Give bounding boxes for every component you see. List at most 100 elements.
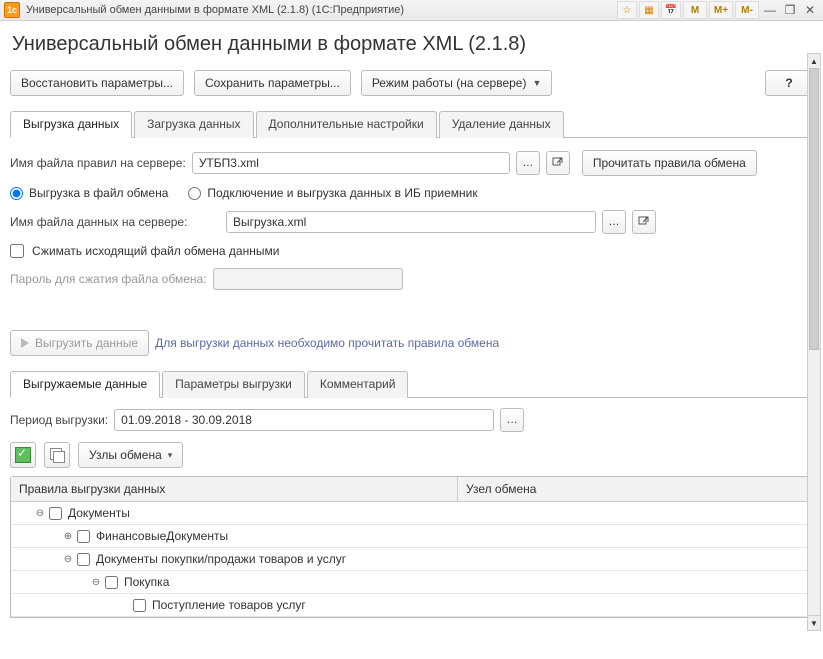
open-icon <box>638 216 650 228</box>
subtab-exported-data[interactable]: Выгружаемые данные <box>10 371 160 398</box>
vertical-scrollbar[interactable]: ▲ ▼ <box>807 53 821 631</box>
password-label: Пароль для сжатия файла обмена: <box>10 272 207 286</box>
tab-export-label: Выгрузка данных <box>23 117 119 131</box>
rules-file-open-button[interactable] <box>546 151 570 175</box>
subtab-b-label: Параметры выгрузки <box>175 377 292 391</box>
export-data-button[interactable]: Выгрузить данные <box>10 330 149 356</box>
favorite-icon[interactable]: ☆ <box>617 1 637 19</box>
rules-tree-table: Правила выгрузки данных Узел обмена ⊖ До… <box>10 476 813 618</box>
read-rules-button[interactable]: Прочитать правила обмена <box>582 150 757 176</box>
check-all-button[interactable] <box>10 442 36 468</box>
period-label: Период выгрузки: <box>10 413 108 427</box>
tree-header: Правила выгрузки данных Узел обмена <box>11 477 812 502</box>
tree-row[interactable]: ⊖ Документы <box>11 502 812 525</box>
tree-row-label: Покупка <box>124 575 169 589</box>
tree-row-label: Документы покупки/продажи товаров и услу… <box>96 552 346 566</box>
rules-file-browse-button[interactable]: … <box>516 151 540 175</box>
tree-row[interactable]: ⊖ Документы покупки/продажи товаров и ус… <box>11 548 812 571</box>
help-button[interactable]: ? <box>765 70 813 96</box>
tree-col-node: Узел обмена <box>458 477 812 501</box>
minimize-button[interactable]: — <box>761 2 779 18</box>
save-params-label: Сохранить параметры... <box>205 76 340 90</box>
tree-row-checkbox[interactable] <box>77 530 90 543</box>
tree-row-label: Документы <box>68 506 130 520</box>
radio-export-to-ib-label: Подключение и выгрузка данных в ИБ прием… <box>207 186 477 200</box>
collapse-icon[interactable]: ⊖ <box>33 508 47 519</box>
scroll-track[interactable] <box>807 68 821 616</box>
radio-export-to-file[interactable]: Выгрузка в файл обмена <box>10 186 168 200</box>
tree-row[interactable]: ⊖ Покупка <box>11 571 812 594</box>
main-toolbar: Восстановить параметры... Сохранить пара… <box>10 70 813 96</box>
memory-m-button[interactable]: M <box>683 1 707 19</box>
check-all-icon <box>15 447 31 463</box>
play-icon <box>21 338 29 348</box>
export-data-label: Выгрузить данные <box>35 336 138 350</box>
expand-icon[interactable]: ⊕ <box>61 531 75 542</box>
open-icon <box>552 157 564 169</box>
collapse-icon[interactable]: ⊖ <box>89 577 103 588</box>
radio-export-to-file-input[interactable] <box>10 187 23 200</box>
window-title: Универсальный обмен данными в формате XM… <box>26 4 404 16</box>
page-title: Универсальный обмен данными в формате XM… <box>12 33 813 56</box>
uncheck-all-button[interactable] <box>44 442 70 468</box>
uncheck-all-icon <box>50 448 64 462</box>
tree-row[interactable]: ⊕ ФинансовыеДокументы <box>11 525 812 548</box>
tree-row[interactable]: ⊖ Поступление товаров услуг <box>11 594 812 617</box>
chevron-down-icon: ▾ <box>168 450 173 461</box>
tab-settings-label: Дополнительные настройки <box>269 117 424 131</box>
tree-row-checkbox[interactable] <box>133 599 146 612</box>
scroll-down-button[interactable]: ▼ <box>807 615 821 631</box>
subtab-c-label: Комментарий <box>320 377 396 391</box>
tree-row-label: Поступление товаров услуг <box>152 598 306 612</box>
sub-tabs: Выгружаемые данные Параметры выгрузки Ко… <box>10 370 813 398</box>
help-label: ? <box>785 76 792 90</box>
tree-row-checkbox[interactable] <box>49 507 62 520</box>
subtab-a-label: Выгружаемые данные <box>23 377 147 391</box>
read-rules-label: Прочитать правила обмена <box>593 156 746 170</box>
tree-col-rules: Правила выгрузки данных <box>11 477 458 501</box>
scroll-up-button[interactable]: ▲ <box>807 53 821 69</box>
data-file-label: Имя файла данных на сервере: <box>10 215 220 229</box>
password-input <box>213 268 403 290</box>
save-params-button[interactable]: Сохранить параметры... <box>194 70 351 96</box>
tab-delete-label: Удаление данных <box>452 117 551 131</box>
tree-row-checkbox[interactable] <box>77 553 90 566</box>
data-file-open-button[interactable] <box>632 210 656 234</box>
data-file-input[interactable] <box>226 211 596 233</box>
window-titlebar: 1c Универсальный обмен данными в формате… <box>0 0 823 21</box>
subtab-export-params[interactable]: Параметры выгрузки <box>162 371 305 398</box>
chevron-down-icon: ▼ <box>532 78 541 88</box>
exchange-nodes-label: Узлы обмена <box>89 448 162 462</box>
restore-params-label: Восстановить параметры... <box>21 76 173 90</box>
radio-export-to-ib[interactable]: Подключение и выгрузка данных в ИБ прием… <box>188 186 477 200</box>
data-file-browse-button[interactable]: … <box>602 210 626 234</box>
rules-file-label: Имя файла правил на сервере: <box>10 156 186 170</box>
restore-params-button[interactable]: Восстановить параметры... <box>10 70 184 96</box>
compress-label: Сжимать исходящий файл обмена данными <box>32 244 279 258</box>
period-input[interactable] <box>114 409 494 431</box>
calendar-icon[interactable]: 📅 <box>661 1 681 19</box>
scroll-thumb[interactable] <box>809 68 819 350</box>
compress-checkbox[interactable] <box>10 244 24 258</box>
tab-settings[interactable]: Дополнительные настройки <box>256 111 437 138</box>
maximize-button[interactable]: ❐ <box>781 2 799 18</box>
mode-dropdown[interactable]: Режим работы (на сервере) ▼ <box>361 70 553 96</box>
period-browse-button[interactable]: … <box>500 408 524 432</box>
tab-import[interactable]: Загрузка данных <box>134 111 253 138</box>
export-hint: Для выгрузки данных необходимо прочитать… <box>155 336 499 350</box>
rules-file-input[interactable] <box>192 152 510 174</box>
tab-export[interactable]: Выгрузка данных <box>10 111 132 138</box>
mode-label: Режим работы (на сервере) <box>372 76 527 90</box>
memory-mplus-button[interactable]: M+ <box>709 1 733 19</box>
memory-mminus-button[interactable]: M- <box>735 1 759 19</box>
exchange-nodes-dropdown[interactable]: Узлы обмена ▾ <box>78 442 183 468</box>
collapse-icon[interactable]: ⊖ <box>61 554 75 565</box>
radio-export-to-file-label: Выгрузка в файл обмена <box>29 186 168 200</box>
close-button[interactable]: ✕ <box>801 2 819 18</box>
subtab-comment[interactable]: Комментарий <box>307 371 409 398</box>
tab-delete[interactable]: Удаление данных <box>439 111 564 138</box>
radio-export-to-ib-input[interactable] <box>188 187 201 200</box>
main-tabs: Выгрузка данных Загрузка данных Дополнит… <box>10 110 813 138</box>
grid-icon[interactable]: ▦ <box>639 1 659 19</box>
tree-row-checkbox[interactable] <box>105 576 118 589</box>
